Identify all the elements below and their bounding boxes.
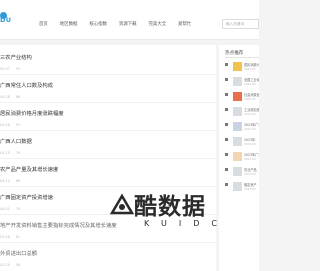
article-title[interactable]: 地产开发资料销售主要指标完成情况及其增长速度 (0, 221, 117, 229)
sidebar-item[interactable]: 全国工业增 2023-05 (225, 77, 259, 89)
nav-item-help[interactable]: 爱帮忙 (178, 21, 191, 27)
sidebar-item-date: 2023-05 (244, 97, 256, 101)
article-title[interactable]: 三农产业结构 (0, 53, 32, 61)
divider (0, 74, 216, 75)
search-input[interactable]: 输入关键词 (222, 19, 259, 29)
divider (0, 158, 216, 159)
thumbnail-image[interactable] (233, 167, 242, 176)
sidebar-item-date: 2023-04 (244, 127, 256, 131)
sidebar-item[interactable]: 社会消费品 2023-05 (225, 92, 259, 104)
bullet-icon (225, 78, 228, 81)
sidebar-item-date: 2023-03 (244, 187, 256, 191)
sidebar-item[interactable]: 农业产品 2023-03 (225, 167, 259, 179)
divider (225, 57, 259, 58)
article-title[interactable]: 居民消费价格月度涨跌幅度 (0, 109, 64, 117)
bullet-icon (225, 168, 228, 171)
main-nav: 首页 地区数据 核心指数 资源下载 完美大全 爱帮忙 (39, 21, 191, 27)
bullet-icon (225, 63, 228, 66)
sidebar-item[interactable]: 2023年广西2023-04 (225, 122, 259, 134)
sidebar-item-date: 2023-05 (244, 82, 256, 86)
article-title[interactable]: 农产品产量及其增长速度 (0, 165, 58, 173)
bullet-icon (225, 108, 228, 111)
divider (0, 102, 216, 103)
watermark: 酷数据 KUIDC (108, 185, 238, 269)
thumbnail-image[interactable] (233, 107, 242, 116)
watermark-text-en: KUIDC (144, 219, 229, 228)
nav-item-index[interactable]: 核心指数 (89, 21, 107, 27)
article-meta: 04-01 70 (0, 207, 21, 211)
article-title[interactable]: 广西常住人口数及构成 (0, 81, 53, 89)
sidebar-title: 热点推荐 (225, 51, 244, 56)
sidebar-item-date: 2023-04 (244, 142, 256, 146)
bullet-icon (225, 93, 228, 96)
watermark-logo-icon (110, 193, 134, 215)
article-meta: 04-26 91 (0, 123, 21, 127)
watermark-text-cn: 酷数据 (134, 194, 206, 220)
thumbnail-image[interactable] (233, 152, 242, 161)
article-meta: 04-28 88 (0, 95, 21, 99)
sidebar-item-date: 2023-05 (244, 67, 256, 71)
site-logo[interactable]: DU (0, 16, 11, 24)
nav-item-collection[interactable]: 完美大全 (149, 21, 167, 27)
top-header: DU 首页 地区数据 核心指数 资源下载 完美大全 爱帮忙 输入关键词 (0, 0, 259, 40)
article-title[interactable]: 广西人口数据 (0, 137, 32, 145)
sidebar-item[interactable]: 工业增加值 2023-04 (225, 107, 259, 119)
divider (0, 130, 216, 131)
sidebar-item[interactable]: 2023年广西地区生2023-04 (225, 152, 259, 164)
article-title[interactable]: 外贸进出口总额 (0, 249, 37, 257)
nav-item-region[interactable]: 地区数据 (60, 21, 78, 27)
nav-item-home[interactable]: 首页 (39, 21, 48, 27)
thumbnail-image[interactable] (233, 137, 242, 146)
article-meta: 03-20 58 (0, 263, 21, 267)
article-title[interactable]: 广西固定资产投资增速 (0, 193, 53, 201)
thumbnail-image[interactable] (233, 77, 242, 86)
sidebar-item-date: 2023-03 (244, 172, 256, 176)
thumbnail-image[interactable] (233, 122, 242, 131)
bullet-icon (225, 138, 228, 141)
article-meta: 03-28 61 (0, 235, 21, 239)
sidebar-item[interactable]: 居民消费价格2023-05 (225, 62, 259, 74)
bullet-icon (225, 123, 228, 126)
article-meta: 05-07 93 (0, 67, 21, 71)
nav-item-download[interactable]: 资源下载 (119, 21, 137, 27)
sidebar-item[interactable]: 2023年 2023-04 (225, 137, 259, 149)
bullet-icon (225, 153, 228, 156)
article-meta: 04-12 66 (0, 179, 21, 183)
article-meta: 04-15 79 (0, 151, 21, 155)
thumbnail-image[interactable] (233, 62, 242, 71)
sidebar-item-date: 2023-04 (244, 112, 256, 116)
thumbnail-image[interactable] (233, 92, 242, 101)
sidebar-item-date: 2023-04 (244, 157, 256, 161)
